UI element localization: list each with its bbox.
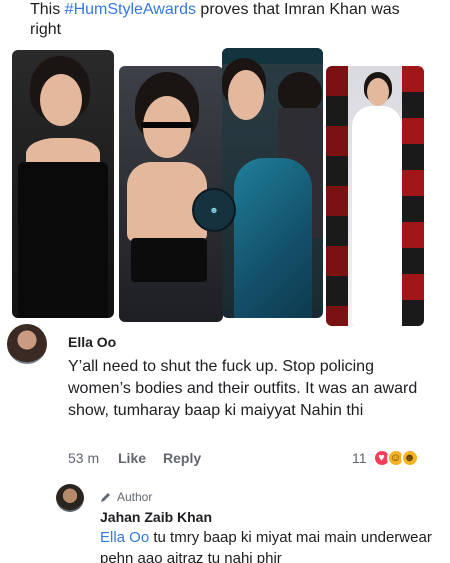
photo-3[interactable] (222, 48, 323, 318)
care-icon: ☻ (400, 449, 419, 467)
author-badge-label: Author (117, 490, 153, 504)
author-badge: Author (100, 490, 152, 504)
reaction-summary[interactable]: 11 ♥ ☺ ☻ (352, 448, 419, 468)
photo-4[interactable] (326, 66, 424, 326)
comment-timestamp[interactable]: 53 m (68, 450, 99, 466)
reaction-count: 11 (352, 450, 367, 466)
hashtag-link[interactable]: #HumStyleAwards (65, 1, 196, 18)
mention-link[interactable]: Ella Oo (100, 529, 149, 546)
reply-author[interactable]: Jahan Zaib Khan (100, 509, 212, 525)
photo-1[interactable] (12, 50, 114, 318)
reply-text: Ella Oo tu tmry baap ki miyat mai main u… (100, 527, 445, 563)
comment-text: Y’all need to shut the fuck up. Stop pol… (68, 358, 418, 419)
comment-author[interactable]: Ella Oo (68, 334, 116, 350)
like-button[interactable]: Like (118, 450, 146, 466)
photo-collage[interactable]: ☻ (12, 48, 424, 326)
reply-button[interactable]: Reply (163, 450, 201, 466)
pencil-icon (101, 493, 110, 502)
avatar[interactable] (7, 324, 47, 364)
reply-text-body: tu tmry baap ki miyat mai main underwear… (100, 529, 432, 563)
watermark-logo: ☻ (192, 188, 236, 232)
post-text-start: This (30, 1, 65, 18)
reply-avatar[interactable] (56, 484, 84, 512)
post-text: This #HumStyleAwards proves that Imran K… (30, 0, 430, 40)
